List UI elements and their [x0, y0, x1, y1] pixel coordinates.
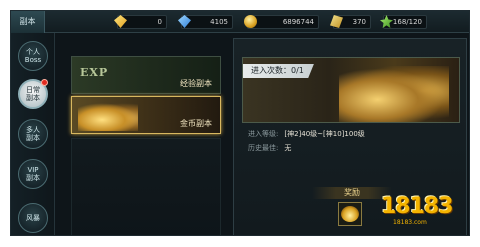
yellow-diamond-icon — [114, 15, 127, 28]
crystal-value: 370 — [352, 18, 366, 26]
sidebar-item-label: 风暴 — [26, 214, 40, 222]
dungeon-list: EXP 经验副本 金币副本 — [63, 38, 229, 235]
sidebar-item-label: 多人副本 — [26, 126, 40, 142]
reward-item-gold[interactable] — [338, 202, 362, 226]
history-best-label: 历史最佳: — [248, 144, 279, 152]
history-best-value: 无 — [284, 144, 292, 152]
gold-coin-counter: 6896744 — [244, 15, 319, 29]
entry-level-row: 进入等级: [神2]40级~[神10]100级 — [248, 129, 365, 139]
sidebar-item-personal-boss[interactable]: 个人Boss — [18, 41, 48, 71]
exp-dungeon-name: 经验副本 — [180, 79, 212, 88]
dungeon-banner: 进入次数：0/1 — [242, 57, 460, 123]
site-watermark: 18183 18183.com — [371, 188, 467, 228]
window-title: 副本 — [11, 11, 45, 33]
entry-count: 进入次数：0/1 — [243, 64, 314, 78]
gold-pile-icon — [341, 206, 359, 222]
watermark-url: 18183.com — [393, 219, 427, 226]
exp-dungeon-card[interactable]: EXP 经验副本 — [71, 56, 221, 94]
stamina-value: 168/120 — [392, 18, 422, 26]
gold-treasure-icon — [78, 103, 138, 131]
entry-level-label: 进入等级: — [248, 130, 279, 138]
sidebar-item-storm[interactable]: 风暴 — [18, 203, 48, 233]
entry-level-value: [神2]40级~[神10]100级 — [284, 130, 365, 138]
sidebar-item-vip-dungeon[interactable]: VIP副本 — [18, 159, 48, 189]
treasure-chest-icon — [339, 66, 449, 122]
blue-diamond-value: 4105 — [210, 18, 228, 26]
list-empty-area — [71, 138, 221, 235]
gold-dungeon-name: 金币副本 — [180, 119, 212, 128]
crystal-counter: 370 — [330, 15, 371, 29]
watermark-logo: 18183 — [381, 194, 454, 219]
crystal-icon — [330, 15, 343, 28]
sidebar-item-daily-dungeon[interactable]: 日常副本 — [18, 79, 48, 109]
sidebar: 个人Boss 日常副本 多人副本 VIP副本 风暴 — [11, 33, 55, 235]
gold-coin-icon — [244, 15, 257, 28]
notification-badge — [41, 79, 48, 86]
gold-coin-value: 6896744 — [282, 18, 314, 26]
stamina-icon — [380, 15, 393, 28]
sidebar-item-label: 个人Boss — [24, 48, 42, 64]
blue-diamond-counter: 4105 — [178, 15, 233, 29]
gold-dungeon-card[interactable]: 金币副本 — [71, 96, 221, 134]
exp-logo: EXP — [80, 66, 109, 79]
history-best-row: 历史最佳: 无 — [248, 143, 291, 153]
top-bar: 副本 0 4105 6896744 370 168/120 — [11, 11, 469, 33]
yellow-diamond-value: 0 — [157, 18, 162, 26]
sidebar-item-label: 日常副本 — [26, 86, 40, 102]
stamina-counter: 168/120 — [380, 15, 427, 29]
blue-diamond-icon — [178, 15, 191, 28]
sidebar-item-label: VIP副本 — [26, 166, 40, 182]
sidebar-item-multiplayer-dungeon[interactable]: 多人副本 — [18, 119, 48, 149]
yellow-diamond-counter: 0 — [114, 15, 167, 29]
